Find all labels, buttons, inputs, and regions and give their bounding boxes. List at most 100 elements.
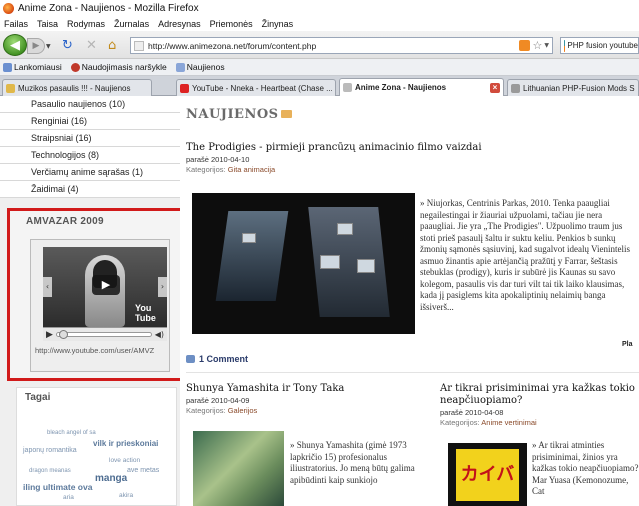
article-date: parašė 2010-04-10	[186, 155, 250, 164]
tab-muzikos-pasaulis[interactable]: Muzikos pasaulis !!! - Naujienos	[2, 79, 152, 96]
play-overlay-icon[interactable]: ▶	[92, 275, 120, 295]
bookmark-star-icon[interactable]: ☆	[533, 39, 543, 52]
youtube-logo: You Tube	[135, 303, 156, 323]
tag-link[interactable]: akira	[119, 492, 133, 499]
article-thumbnail[interactable]: カイバ	[448, 443, 527, 506]
stop-icon[interactable]: ✕	[86, 39, 97, 52]
article-date: parašė 2010-04-08	[440, 408, 504, 417]
volume-icon[interactable]: ◀)	[155, 330, 164, 339]
window-title: Anime Zona - Naujienos - Mozilla Firefox	[18, 3, 199, 14]
menu-item-view[interactable]: Rodymas	[67, 19, 105, 29]
bookmark-getting-started[interactable]: Naudojimasis naršykle	[70, 62, 167, 72]
category-link[interactable]: Žaidimai (4)	[0, 181, 180, 198]
site-favicon	[134, 40, 144, 51]
image-detail	[320, 255, 340, 269]
category-link[interactable]: Galerijos	[228, 406, 258, 415]
tag-link[interactable]: love action	[109, 457, 140, 464]
page-content: Pasaulio naujienos (10) Renginiai (16) S…	[0, 96, 639, 506]
back-button[interactable]: ◀	[3, 34, 27, 56]
progress-knob[interactable]	[58, 330, 68, 339]
google-search-icon[interactable]	[564, 39, 566, 52]
next-video-icon[interactable]: ›	[158, 277, 167, 297]
tag-cloud: bleach angel of sa vilk ir prieskoniai j…	[23, 412, 173, 506]
tab-php-fusion[interactable]: Lithuanian PHP-Fusion Mods Support	[507, 79, 639, 96]
progress-bar[interactable]	[55, 330, 152, 339]
category-link[interactable]: Pasaulio naujienos (10)	[0, 96, 180, 113]
video-panel: AMVAZAR 2009 ▶ You Tube ‹ › ▶ ◀) http://…	[7, 208, 189, 381]
address-bar[interactable]: http://www.animezona.net/forum/content.p…	[130, 37, 553, 54]
feed-icon	[175, 62, 185, 72]
forward-button[interactable]: ▶	[27, 38, 45, 54]
tag-link[interactable]: ave metas	[127, 467, 159, 474]
tab-favicon	[343, 83, 352, 92]
url-text[interactable]: http://www.animezona.net/forum/content.p…	[148, 41, 519, 51]
close-tab-icon[interactable]: ×	[490, 82, 500, 93]
reload-icon[interactable]: ↻	[62, 39, 73, 52]
page-title: NAUJIENOS	[186, 107, 279, 122]
tag-link[interactable]: japonų romantika	[23, 447, 77, 454]
menu-item-tools[interactable]: Priemonės	[210, 19, 253, 29]
article-title[interactable]: Ar tikrai prisiminimai yra kažkas tokio …	[440, 383, 639, 407]
youtube-player[interactable]: ▶ You Tube ‹ › ▶ ◀) http://www.youtube.c…	[30, 239, 170, 372]
tag-link[interactable]: bleach angel of sa	[47, 430, 96, 436]
tab-youtube[interactable]: YouTube - Nneka - Heartbeat (Chase ...	[176, 79, 336, 96]
video-panel-title: AMVAZAR 2009	[26, 216, 104, 227]
tag-link[interactable]: aria	[63, 494, 74, 501]
image-detail	[357, 259, 375, 273]
menu-item-history[interactable]: Žurnalas	[114, 19, 149, 29]
image-detail	[242, 233, 256, 243]
menu-item-help[interactable]: Žinynas	[262, 19, 294, 29]
tab-anime-zona[interactable]: Anime Zona - Naujienos ×	[339, 78, 504, 96]
tab-favicon	[511, 83, 520, 93]
main-content: NAUJIENOS The Prodigies - pirmieji pranc…	[180, 96, 639, 506]
navigation-toolbar: ◀ ▶ ▼ ↻ ✕ ⌂ http://www.animezona.net/for…	[0, 31, 639, 59]
article-date: parašė 2010-04-09	[186, 396, 250, 405]
prev-video-icon[interactable]: ‹	[43, 277, 52, 297]
history-dropdown-icon[interactable]: ▼	[46, 43, 51, 50]
folder-icon	[3, 62, 12, 72]
tab-favicon	[6, 83, 15, 93]
menu-item-file[interactable]: Failas	[4, 19, 28, 29]
tag-link[interactable]: manga	[95, 473, 127, 484]
youtube-icon	[180, 83, 189, 93]
category-list: Pasaulio naujienos (10) Renginiai (16) S…	[0, 96, 180, 198]
article-category: Kategorijos: Galerijos	[186, 406, 258, 415]
tab-bar: Muzikos pasaulis !!! - Naujienos YouTube…	[0, 76, 639, 96]
menu-item-edit[interactable]: Taisa	[37, 19, 58, 29]
category-link[interactable]: Anime vertinimai	[481, 418, 536, 427]
video-url[interactable]: http://www.youtube.com/user/AMVZ	[35, 346, 167, 355]
search-input[interactable]: PHP fusion youtube	[567, 41, 638, 50]
read-more-link[interactable]: Pla	[622, 341, 633, 348]
article-title[interactable]: Shunya Yamashita ir Tony Taka	[186, 383, 344, 394]
tag-link[interactable]: dragon meanas	[29, 468, 71, 474]
video-screen[interactable]: ▶ You Tube ‹ ›	[43, 247, 167, 327]
category-link[interactable]: Verčiamų anime sąrašas (1)	[0, 164, 180, 181]
comments-link[interactable]: 1 Comment	[186, 354, 248, 364]
rss-feed-icon[interactable]	[281, 110, 292, 118]
article-image[interactable]	[192, 193, 415, 334]
article-title[interactable]: The Prodigies - pirmieji prancūzų animac…	[186, 142, 482, 153]
bookmark-news[interactable]: Naujienos	[175, 62, 225, 72]
article-category: Kategorijos: Anime vertinimai	[440, 418, 537, 427]
image-figure	[215, 211, 289, 301]
category-link[interactable]: Gita animacija	[228, 165, 276, 174]
url-dropdown-icon[interactable]: ▼	[544, 42, 549, 49]
category-link[interactable]: Renginiai (16)	[0, 113, 180, 130]
category-link[interactable]: Technologijos (8)	[0, 147, 180, 164]
play-button-icon[interactable]: ▶	[46, 330, 53, 340]
article-category: Kategorijos: Gita animacija	[186, 165, 276, 174]
article-thumbnail[interactable]	[193, 431, 284, 506]
home-icon[interactable]: ⌂	[108, 39, 116, 52]
menu-bar: Failas Taisa Rodymas Žurnalas Adresynas …	[0, 17, 639, 31]
menu-item-bookmarks[interactable]: Adresynas	[158, 19, 201, 29]
article-text: » Shunya Yamashita (gimė 1973 lapkričio …	[290, 440, 415, 485]
category-link[interactable]: Straipsniai (16)	[0, 130, 180, 147]
bookmarks-toolbar: Lankomiausi Naudojimasis naršykle Naujie…	[0, 59, 639, 76]
bookmark-most-visited[interactable]: Lankomiausi	[3, 62, 62, 72]
tags-panel: Tagai bleach angel of sa vilk ir priesko…	[16, 387, 177, 506]
rss-icon[interactable]	[518, 40, 530, 51]
thumbnail-logo: カイバ	[456, 449, 519, 501]
search-bar[interactable]: PHP fusion youtube	[560, 37, 639, 54]
tag-link[interactable]: vilk ir prieskoniai	[93, 439, 158, 448]
tag-link[interactable]: iling ultimate ova	[23, 482, 92, 492]
